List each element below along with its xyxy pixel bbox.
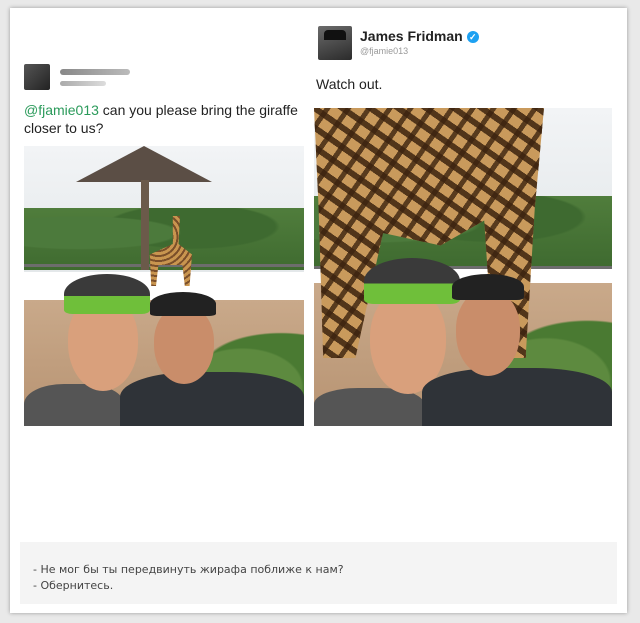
caption-line-1: - Не мог бы ты передвинуть жирафа поближ…: [33, 563, 344, 576]
translation-caption: - Не мог бы ты передвинуть жирафа поближ…: [20, 542, 617, 604]
right-tweet-text: Watch out.: [316, 76, 383, 92]
verified-badge-icon: ✓: [466, 31, 479, 43]
left-tweet-mention[interactable]: @fjamie013: [24, 102, 99, 118]
person1-shirt: [24, 384, 124, 426]
person2-cap: [150, 292, 216, 316]
caption-line-2: - Обернитесь.: [33, 579, 114, 592]
person1-cap: [64, 274, 150, 314]
right-user-name[interactable]: James Fridman: [360, 28, 463, 44]
left-user-avatar: [24, 64, 50, 90]
person2-shirt: [120, 372, 304, 426]
person2-shirt: [422, 368, 612, 426]
james-fridman-avatar[interactable]: [318, 26, 352, 60]
left-tweet-text: @fjamie013 can you please bring the gira…: [24, 101, 306, 137]
photo-umbrella-pole: [141, 180, 149, 270]
left-user-name-blurred: [60, 69, 130, 75]
person2-face: [154, 306, 214, 384]
right-user-name-row: James Fridman ✓: [360, 28, 479, 44]
person2-face: [456, 290, 520, 376]
left-selfie-photo: [24, 146, 304, 426]
person2-cap: [452, 274, 524, 300]
meme-frame: @fjamie013 can you please bring the gira…: [10, 8, 627, 613]
right-selfie-photo: [314, 108, 612, 426]
left-user-handle-blurred: [60, 81, 106, 86]
person1-cap: [364, 258, 460, 304]
right-user-handle: @fjamie013: [360, 46, 409, 56]
